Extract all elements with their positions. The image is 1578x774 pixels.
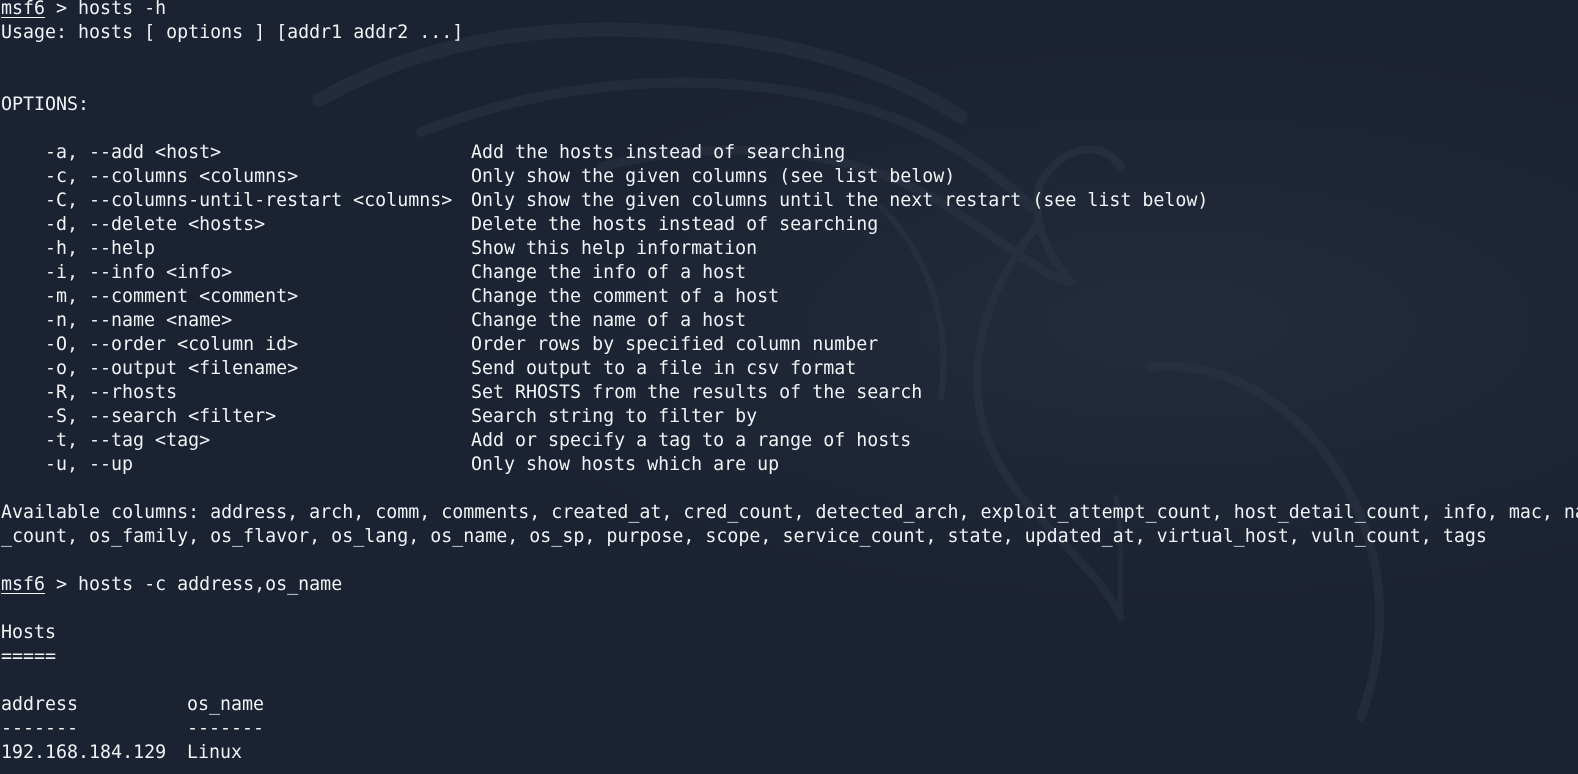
cell-address: 192.168.184.129 <box>1 742 167 763</box>
available-columns-line-continued: _count, os_family, os_flavor, os_lang, o… <box>1 526 1487 547</box>
option-description: Order rows by specified column number <box>471 334 879 355</box>
option-description: Change the comment of a host <box>471 286 780 307</box>
option-description: Search string to filter by <box>471 406 758 427</box>
column-header-os-name: os_name <box>187 694 265 715</box>
option-description: Change the name of a host <box>471 310 747 331</box>
column-header-address: address <box>1 694 79 715</box>
column-separator: ------- <box>1 718 79 739</box>
option-row: -u, --up Only show hosts which are up <box>1 453 1578 477</box>
table-header-row: address os_name <box>1 693 1578 717</box>
option-description: Delete the hosts instead of searching <box>471 214 879 235</box>
option-row: -c, --columns <columns> Only show the giv… <box>1 165 1578 189</box>
option-flag: -a, --add <host> <box>45 142 222 163</box>
option-flag: -O, --order <column id> <box>45 334 299 355</box>
option-flag: -c, --columns <columns> <box>45 166 299 187</box>
option-row: -S, --search <filter> Search string to fi… <box>1 405 1578 429</box>
option-description: Show this help information <box>471 238 758 259</box>
option-description: Set RHOSTS from the results of the searc… <box>471 382 923 403</box>
option-flag: -S, --search <filter> <box>45 406 277 427</box>
table-row: 192.168.184.129 Linux <box>1 741 1578 765</box>
option-flag: -i, --info <info> <box>45 262 233 283</box>
option-description: Only show the given columns (see list be… <box>471 166 956 187</box>
option-row: -i, --info <info> Change the info of a ho… <box>1 261 1578 285</box>
prompt-label: msf6 <box>1 574 46 595</box>
hosts-title-underline: ===== <box>1 646 57 667</box>
option-description: Only show the given columns until the ne… <box>471 190 1209 211</box>
terminal-window[interactable]: msf6 > hosts -h Usage: hosts [ options ]… <box>1 0 1578 774</box>
command-text: > hosts -c address,os_name <box>45 574 343 595</box>
option-description: Send output to a file in csv format <box>471 358 857 379</box>
option-row: -d, --delete <hosts> Delete the hosts ins… <box>1 213 1578 237</box>
option-flag: -d, --delete <hosts> <box>45 214 266 235</box>
option-flag: -h, --help <box>45 238 156 259</box>
option-description: Change the info of a host <box>471 262 747 283</box>
cell-os-name: Linux <box>187 742 243 763</box>
available-columns-line: Available columns: address, arch, comm, … <box>1 502 1578 523</box>
option-flag: -R, --rhosts <box>45 382 178 403</box>
option-row: -R, --rhosts Set RHOSTS from the results … <box>1 381 1578 405</box>
prompt-label: msf6 <box>1 0 46 19</box>
option-row: -C, --columns-until-restart <columns> Onl… <box>1 189 1578 213</box>
command-line-1: msf6 > hosts -h <box>1 0 1578 21</box>
option-flag: -m, --comment <comment> <box>45 286 299 307</box>
option-row: -o, --output <filename> Send output to a … <box>1 357 1578 381</box>
usage-line: Usage: hosts [ options ] [addr1 addr2 ..… <box>1 22 464 43</box>
option-row: -m, --comment <comment> Change the commen… <box>1 285 1578 309</box>
option-description: Only show hosts which are up <box>471 454 780 475</box>
option-flag: -u, --up <box>45 454 134 475</box>
option-row: -h, --help Show this help information <box>1 237 1578 261</box>
option-description: Add the hosts instead of searching <box>471 142 846 163</box>
option-description: Add or specify a tag to a range of hosts <box>471 430 912 451</box>
option-row: -a, --add <host> Add the hosts instead of… <box>1 141 1578 165</box>
option-flag: -t, --tag <tag> <box>45 430 211 451</box>
option-flag: -o, --output <filename> <box>45 358 299 379</box>
hosts-title: Hosts <box>1 622 57 643</box>
command-text: > hosts -h <box>45 0 167 19</box>
option-row: -O, --order <column id> Order rows by spe… <box>1 333 1578 357</box>
option-row: -n, --name <name> Change the name of a ho… <box>1 309 1578 333</box>
options-header: OPTIONS: <box>1 94 90 115</box>
command-line-2: msf6 > hosts -c address,os_name <box>1 573 1578 597</box>
option-flag: -C, --columns-until-restart <columns> <box>45 190 453 211</box>
table-separator-row: ------- ------- <box>1 717 1578 741</box>
option-row: -t, --tag <tag> Add or specify a tag to a… <box>1 429 1578 453</box>
column-separator: ------- <box>187 718 265 739</box>
option-flag: -n, --name <name> <box>45 310 233 331</box>
